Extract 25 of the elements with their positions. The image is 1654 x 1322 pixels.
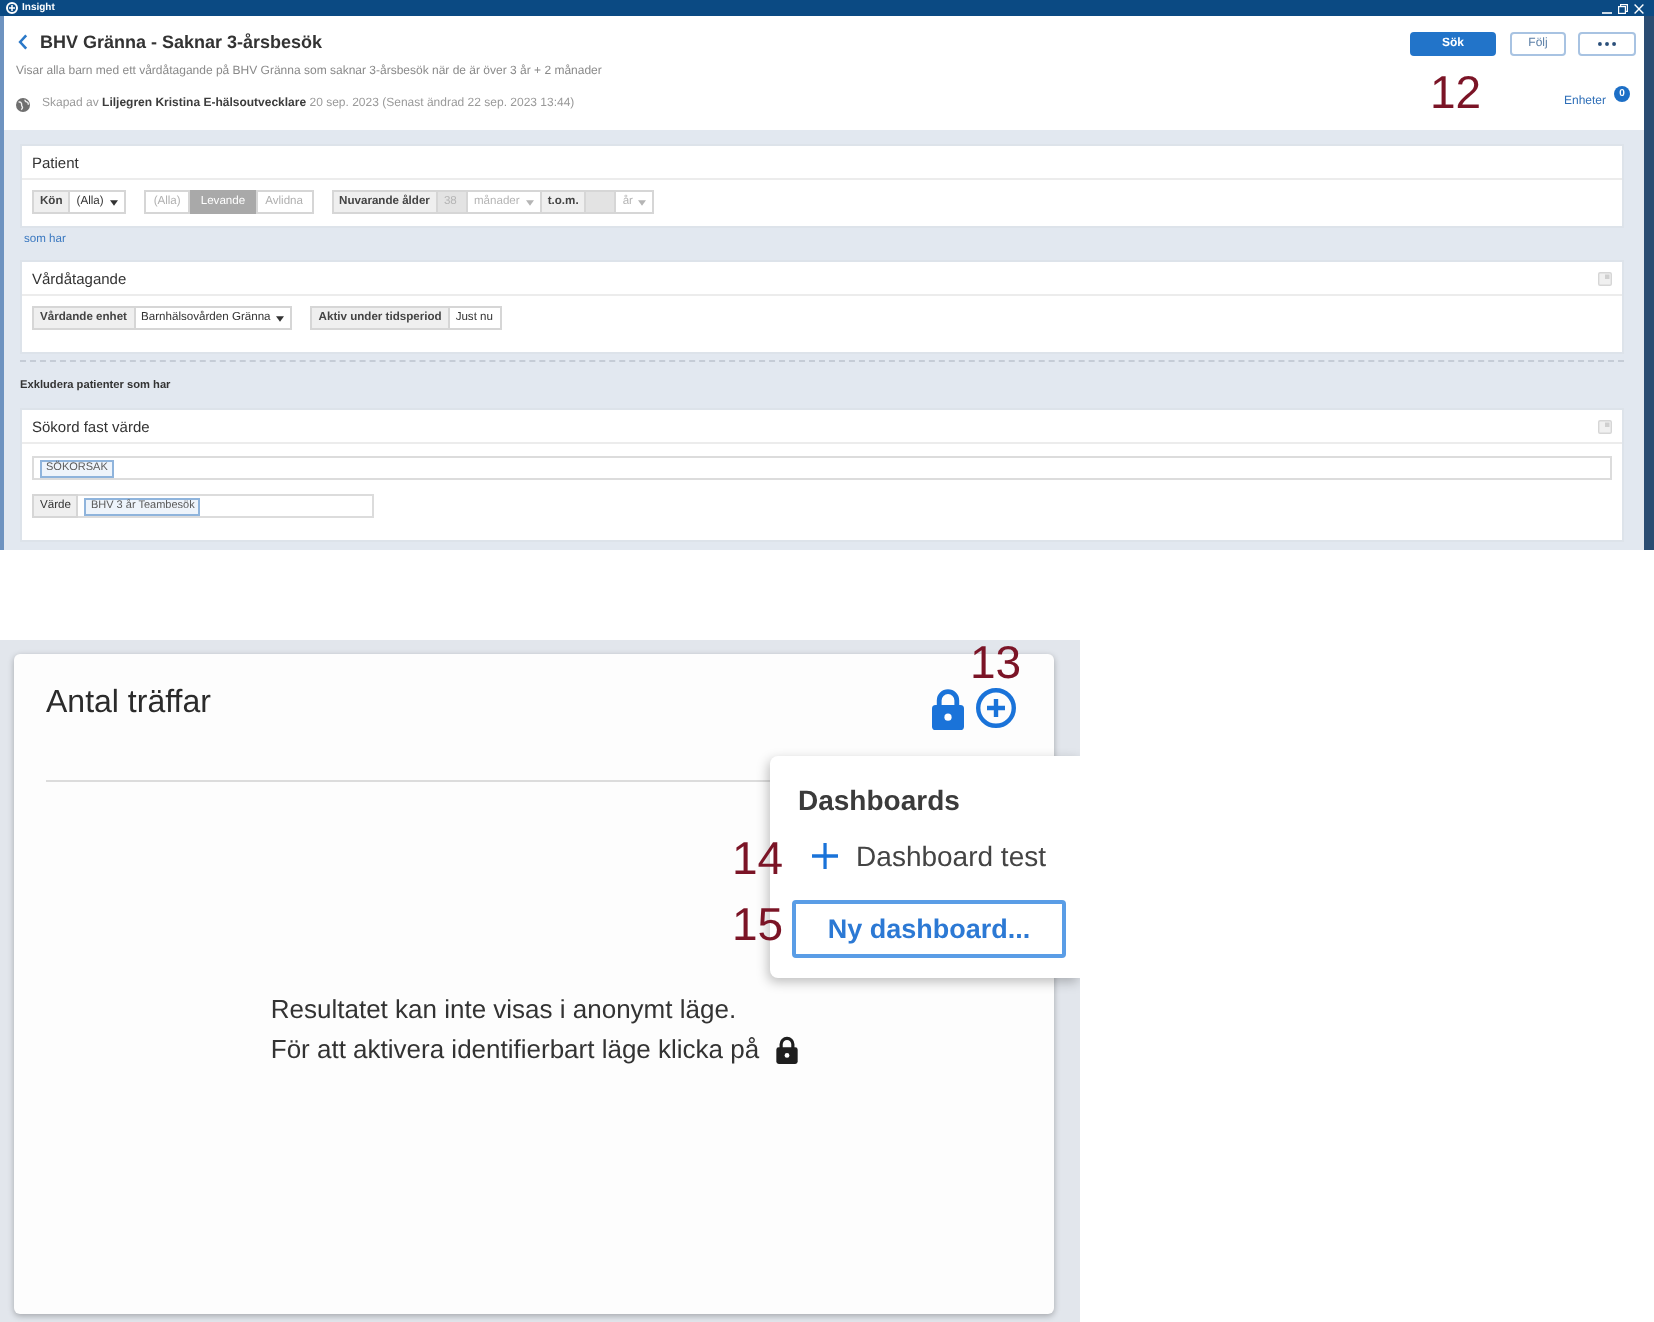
plus-icon (812, 840, 839, 872)
minimize-icon[interactable] (1602, 11, 1612, 13)
close-icon[interactable] (1634, 3, 1644, 13)
more-button[interactable] (1578, 32, 1636, 56)
message-text: För att aktivera identifierbart läge klicka på (270, 1032, 760, 1068)
caret-icon (276, 315, 285, 321)
lock-icon (775, 1036, 798, 1064)
new-dashboard-button[interactable]: Ny dashboard... (792, 900, 1066, 958)
message-text: Resultatet kan inte visas i anonymt läge. (270, 992, 737, 1028)
report-title: BHV Gränna - Saknar 3-årsbesök (40, 30, 323, 54)
annotation-number: 13 (970, 640, 1022, 686)
menu-title: Dashboards (798, 782, 960, 818)
annotation-number: 12 (1430, 70, 1482, 116)
caret-icon (525, 199, 534, 205)
card-title: Antal träffar (46, 684, 211, 724)
plus-circle-icon[interactable] (976, 688, 1016, 728)
menu-item[interactable]: Dashboard test (812, 834, 1046, 878)
caret-icon (638, 199, 647, 205)
annotation-number: 14 (732, 836, 784, 882)
annotation-number: 15 (732, 902, 784, 948)
restore-icon[interactable] (1618, 3, 1628, 13)
globe-icon (16, 97, 30, 111)
chevron-left-icon[interactable] (18, 34, 28, 50)
lock-icon[interactable] (932, 688, 964, 730)
caret-icon (109, 199, 118, 205)
